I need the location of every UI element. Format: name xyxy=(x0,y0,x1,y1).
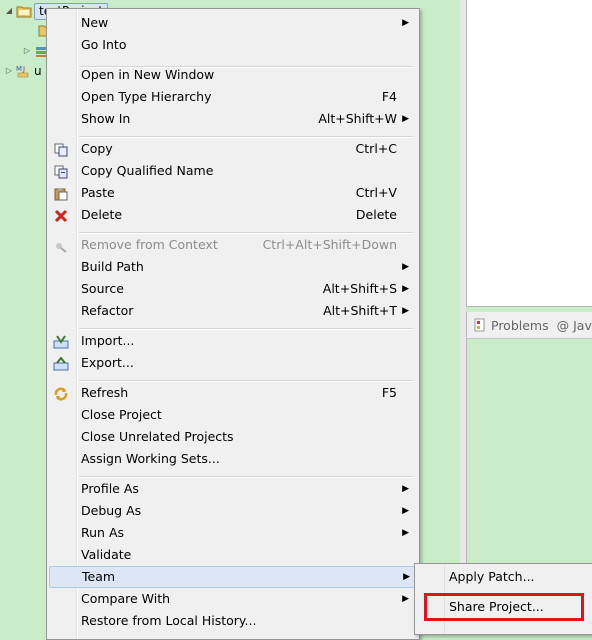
svg-text:J: J xyxy=(22,65,25,73)
menu-item-label: Import... xyxy=(81,333,135,348)
menu-item-label: Refactor xyxy=(81,303,134,318)
menu-item-shortcut: Alt+Shift+T xyxy=(323,303,397,318)
menu-item-label: Compare With xyxy=(81,591,171,606)
menu-item-delete[interactable]: Delete Delete xyxy=(49,204,415,226)
menu-item-restore-from-local-history[interactable]: Restore from Local History... xyxy=(49,610,415,632)
remove-from-context-icon xyxy=(53,238,69,253)
problems-icon xyxy=(474,318,485,332)
submenu-arrow-icon: ▶ xyxy=(403,572,410,582)
menu-item-validate[interactable]: Validate xyxy=(49,544,415,566)
menu-item-label: Remove from Context xyxy=(81,237,218,252)
submenu-arrow-icon: ▶ xyxy=(402,484,409,494)
menu-item-label: Close Project xyxy=(81,407,162,422)
expand-icon[interactable]: ▷ xyxy=(4,66,14,76)
menu-item-label: Export... xyxy=(81,355,134,370)
menu-item-import[interactable]: Import... xyxy=(49,330,415,352)
menu-item-label: Run As xyxy=(81,525,125,540)
menu-item-shortcut: F4 xyxy=(381,89,397,104)
paste-icon xyxy=(53,186,69,201)
menu-item-assign-working-sets[interactable]: Assign Working Sets... xyxy=(49,448,415,470)
menu-item-export[interactable]: Export... xyxy=(49,352,415,374)
menu-item-label: New xyxy=(81,15,109,30)
menu-item-label: Paste xyxy=(81,185,115,200)
menu-item-go-into[interactable]: Go Into xyxy=(49,34,415,56)
export-icon xyxy=(53,356,69,371)
submenu-arrow-icon: ▶ xyxy=(402,114,409,124)
tab-javadoc[interactable]: @ Jav xyxy=(557,318,592,333)
menu-item-label: Close Unrelated Projects xyxy=(81,429,234,444)
menu-item-label: Copy Qualified Name xyxy=(81,163,214,178)
svg-text:M: M xyxy=(16,65,22,73)
copy-icon xyxy=(53,142,69,157)
menu-item-refactor[interactable]: Refactor Alt+Shift+T ▶ xyxy=(49,300,415,322)
project-label-second[interactable]: u xyxy=(34,64,42,78)
menu-item-build-path[interactable]: Build Path ▶ xyxy=(49,256,415,278)
menu-item-shortcut: Alt+Shift+S xyxy=(322,281,397,296)
menu-item-label: Source xyxy=(81,281,124,296)
menu-item-label: Validate xyxy=(81,547,132,562)
submenu-arrow-icon: ▶ xyxy=(402,594,409,604)
submenu-arrow-icon: ▶ xyxy=(402,18,409,28)
tab-javadoc-label: @ Jav xyxy=(556,317,592,333)
menu-item-profile-as[interactable]: Profile As ▶ xyxy=(49,478,415,500)
tab-problems[interactable]: Problems xyxy=(473,318,549,333)
menu-item-label: Copy xyxy=(81,141,113,156)
menu-item-label: Profile As xyxy=(81,481,139,496)
menu-item-paste[interactable]: Paste Ctrl+V xyxy=(49,182,415,204)
expand-icon[interactable]: ▷ xyxy=(22,46,32,56)
menu-item-copy-qualified-name[interactable]: Copy Qualified Name xyxy=(49,160,415,182)
menu-item-label: Team xyxy=(82,569,116,584)
menu-item-compare-with[interactable]: Compare With ▶ xyxy=(49,588,415,610)
menu-item-new[interactable]: New ▶ xyxy=(49,12,415,34)
menu-item-shortcut: Delete xyxy=(355,207,397,222)
menu-item-label: Delete xyxy=(81,207,123,222)
copy-qualified-name-icon xyxy=(53,164,69,179)
menu-item-open-in-new-window[interactable]: Open in New Window xyxy=(49,64,415,86)
menu-item-open-type-hierarchy[interactable]: Open Type Hierarchy F4 xyxy=(49,86,415,108)
menu-item-label: Debug As xyxy=(81,503,142,518)
menu-item-refresh[interactable]: Refresh F5 xyxy=(49,382,415,404)
share-project-highlight-box xyxy=(424,593,584,621)
submenu-arrow-icon: ▶ xyxy=(402,306,409,316)
submenu-arrow-icon: ▶ xyxy=(402,506,409,516)
menu-item-remove-from-context: Remove from Context Ctrl+Alt+Shift+Down xyxy=(49,234,415,256)
refresh-icon xyxy=(53,386,69,401)
menu-item-shortcut: F5 xyxy=(381,385,397,400)
menu-item-copy[interactable]: Copy Ctrl+C xyxy=(49,138,415,160)
menu-item-shortcut: Ctrl+V xyxy=(355,185,397,200)
context-menu: New ▶ Go Into Open in New Window Open Type H… xyxy=(46,8,420,640)
menu-item-label: Apply Patch... xyxy=(449,569,535,584)
tree-row-second[interactable]: ▷ M J u xyxy=(4,63,42,79)
problems-tab-bar: Problems @ Jav xyxy=(467,312,592,339)
menu-item-shortcut: Alt+Shift+W xyxy=(318,111,397,126)
editor-area xyxy=(466,0,592,307)
import-icon xyxy=(53,334,69,349)
menu-item-label: Build Path xyxy=(81,259,144,274)
menu-item-label: Open in New Window xyxy=(81,67,215,82)
delete-icon xyxy=(53,208,69,223)
submenu-arrow-icon: ▶ xyxy=(402,528,409,538)
menu-item-debug-as[interactable]: Debug As ▶ xyxy=(49,500,415,522)
menu-item-show-in[interactable]: Show In Alt+Shift+W ▶ xyxy=(49,108,415,130)
collapse-icon[interactable]: ◢ xyxy=(4,6,14,16)
maven-project-icon: M J xyxy=(16,65,29,78)
menu-item-source[interactable]: Source Alt+Shift+S ▶ xyxy=(49,278,415,300)
menu-item-shortcut: Ctrl+Alt+Shift+Down xyxy=(262,237,397,252)
submenu-arrow-icon: ▶ xyxy=(402,284,409,294)
menu-item-label: Open Type Hierarchy xyxy=(81,89,212,104)
menu-item-close-project[interactable]: Close Project xyxy=(49,404,415,426)
menu-item-label: Restore from Local History... xyxy=(81,613,257,628)
menu-item-shortcut: Ctrl+C xyxy=(355,141,397,156)
menu-item-run-as[interactable]: Run As ▶ xyxy=(49,522,415,544)
menu-item-label: Go Into xyxy=(81,37,127,52)
menu-item-label: Refresh xyxy=(81,385,129,400)
menu-item-close-unrelated-projects[interactable]: Close Unrelated Projects xyxy=(49,426,415,448)
menu-item-label: Assign Working Sets... xyxy=(81,451,220,466)
project-folder-icon xyxy=(16,6,32,18)
submenu-arrow-icon: ▶ xyxy=(402,262,409,272)
menu-item-label: Show In xyxy=(81,111,131,126)
tab-problems-label: Problems xyxy=(491,317,549,333)
menu-item-team[interactable]: Team ▶ xyxy=(49,566,417,588)
menu-item-apply-patch[interactable]: Apply Patch... xyxy=(417,566,589,588)
